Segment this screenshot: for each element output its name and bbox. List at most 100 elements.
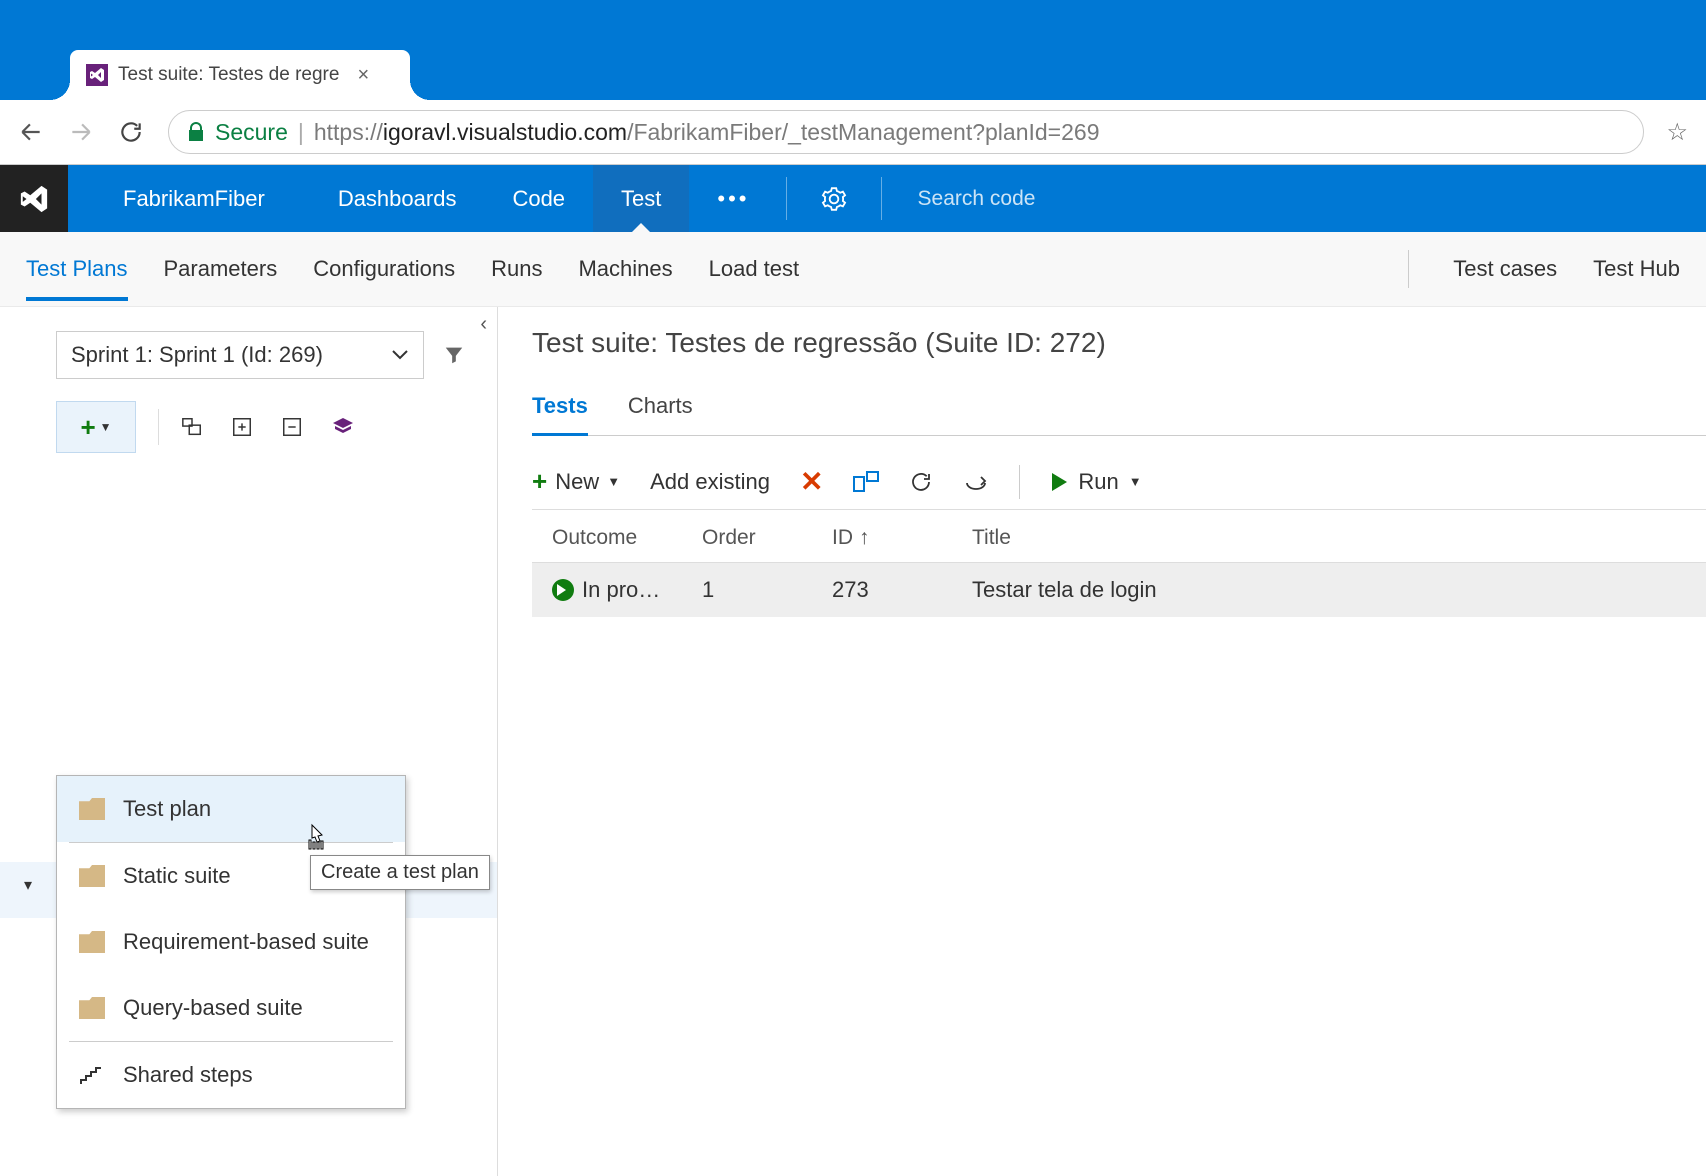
project-selector[interactable]: FabrikamFiber bbox=[68, 165, 310, 232]
dropdown-test-plan[interactable]: Test plan bbox=[57, 776, 405, 842]
tests-grid-header: Outcome Order ID ↑ Title bbox=[532, 510, 1706, 563]
plan-selector-text: Sprint 1: Sprint 1 (Id: 269) bbox=[71, 342, 323, 368]
tab-tests[interactable]: Tests bbox=[532, 393, 588, 436]
tab-close-icon[interactable]: × bbox=[357, 64, 369, 87]
bookmark-star-icon[interactable]: ☆ bbox=[1666, 118, 1688, 147]
col-outcome[interactable]: Outcome bbox=[552, 526, 702, 550]
run-label: Run bbox=[1078, 469, 1118, 495]
cell-id: 273 bbox=[832, 577, 972, 603]
dropdown-label: Shared steps bbox=[123, 1062, 253, 1088]
subnav-test-hub[interactable]: Test Hub bbox=[1593, 256, 1680, 282]
collapse-pane-icon[interactable]: ‹ bbox=[480, 313, 487, 336]
browser-tab[interactable]: Test suite: Testes de regre × bbox=[70, 50, 410, 100]
dropdown-shared-steps[interactable]: Shared steps bbox=[57, 1042, 405, 1108]
subnav-test-cases[interactable]: Test cases bbox=[1453, 256, 1557, 282]
vs-favicon bbox=[86, 64, 108, 86]
add-dropdown: Test plan Static suite Requirement-based… bbox=[56, 775, 406, 1109]
hub-code[interactable]: Code bbox=[484, 165, 593, 232]
caret-down-icon: ▼ bbox=[607, 474, 620, 489]
cell-order: 1 bbox=[702, 577, 832, 603]
cell-outcome: In pro… bbox=[552, 577, 702, 603]
search-placeholder: Search code bbox=[918, 187, 1036, 211]
subnav-runs[interactable]: Runs bbox=[491, 256, 542, 282]
dropdown-label: Test plan bbox=[123, 796, 211, 822]
cell-title: Testar tela de login bbox=[972, 577, 1706, 603]
test-suite-detail-pane: Test suite: Testes de regressão (Suite I… bbox=[498, 307, 1706, 1176]
search-code[interactable]: Search code bbox=[890, 165, 1706, 232]
url-separator: | bbox=[298, 119, 304, 146]
remove-suite-icon[interactable] bbox=[281, 416, 311, 438]
add-existing-button[interactable]: Add existing bbox=[650, 469, 770, 495]
tab-title: Test suite: Testes de regre bbox=[118, 64, 339, 86]
browser-chrome: Test suite: Testes de regre × bbox=[0, 0, 1706, 100]
suite-inner-tabs: Tests Charts bbox=[532, 393, 1706, 436]
new-test-button[interactable]: + New ▼ bbox=[532, 466, 620, 497]
filter-button[interactable] bbox=[434, 331, 474, 379]
test-sub-nav: Test Plans Parameters Configurations Run… bbox=[0, 232, 1706, 307]
tab-charts[interactable]: Charts bbox=[628, 393, 693, 435]
test-plan-selector[interactable]: Sprint 1: Sprint 1 (Id: 269) bbox=[56, 331, 424, 379]
dropdown-requirement-suite[interactable]: Requirement-based suite bbox=[57, 909, 405, 975]
folder-icon bbox=[79, 798, 105, 820]
sort-asc-icon: ↑ bbox=[859, 526, 870, 550]
back-button[interactable] bbox=[18, 119, 46, 145]
vsts-header: FabrikamFiber Dashboards Code Test ••• S… bbox=[0, 165, 1706, 232]
open-icon[interactable] bbox=[963, 471, 989, 493]
subnav-parameters[interactable]: Parameters bbox=[164, 256, 278, 282]
lock-icon bbox=[187, 122, 205, 142]
hub-separator bbox=[786, 177, 787, 220]
add-suite-icon[interactable] bbox=[231, 416, 261, 438]
tree-toolbar: + ▼ bbox=[56, 397, 497, 457]
url-field[interactable]: Secure | https://igoravl.visualstudio.co… bbox=[168, 110, 1644, 154]
main-content: ‹ Sprint 1: Sprint 1 (Id: 269) + ▼ bbox=[0, 307, 1706, 1176]
subnav-machines[interactable]: Machines bbox=[578, 256, 672, 282]
tests-toolbar: + New ▼ Add existing ✕ Run ▼ bbox=[532, 454, 1706, 510]
plus-icon: + bbox=[80, 412, 95, 443]
add-menu-button[interactable]: + ▼ bbox=[56, 401, 136, 453]
remove-test-icon[interactable]: ✕ bbox=[800, 465, 823, 498]
suite-title: Test suite: Testes de regressão (Suite I… bbox=[532, 327, 1706, 359]
toolbar-separator bbox=[1019, 465, 1020, 499]
folder-icon bbox=[79, 931, 105, 953]
forward-button[interactable] bbox=[68, 119, 96, 145]
reload-button[interactable] bbox=[118, 119, 146, 145]
toolbar-separator bbox=[158, 409, 159, 445]
col-title[interactable]: Title bbox=[972, 526, 1706, 550]
test-suite-tree-pane: ‹ Sprint 1: Sprint 1 (Id: 269) + ▼ bbox=[0, 307, 498, 1176]
in-progress-icon bbox=[552, 579, 574, 601]
shared-steps-icon bbox=[79, 1064, 105, 1086]
dropdown-query-suite[interactable]: Query-based suite bbox=[57, 975, 405, 1041]
folder-icon bbox=[79, 997, 105, 1019]
new-label: New bbox=[555, 469, 599, 495]
folder-icon bbox=[79, 865, 105, 887]
expand-all-icon[interactable] bbox=[181, 416, 211, 438]
plus-icon: + bbox=[532, 466, 547, 497]
grid-view-icon[interactable] bbox=[853, 471, 879, 493]
tab-strip: Test suite: Testes de regre × bbox=[70, 50, 410, 100]
subnav-configurations[interactable]: Configurations bbox=[313, 256, 455, 282]
dropdown-label: Requirement-based suite bbox=[123, 929, 369, 955]
subnav-load-test[interactable]: Load test bbox=[709, 256, 800, 282]
export-icon[interactable] bbox=[331, 416, 361, 438]
address-bar: Secure | https://igoravl.visualstudio.co… bbox=[0, 100, 1706, 165]
play-icon bbox=[1050, 472, 1068, 492]
subnav-separator bbox=[1408, 250, 1409, 288]
col-id[interactable]: ID ↑ bbox=[832, 526, 972, 550]
settings-button[interactable] bbox=[795, 165, 873, 232]
hub-dashboards[interactable]: Dashboards bbox=[310, 165, 485, 232]
vs-logo[interactable] bbox=[0, 165, 68, 232]
refresh-icon[interactable] bbox=[909, 470, 933, 494]
col-order[interactable]: Order bbox=[702, 526, 832, 550]
tree-collapse-caret-icon[interactable]: ▾ bbox=[24, 875, 32, 895]
tooltip: Create a test plan bbox=[310, 855, 490, 890]
subnav-test-plans[interactable]: Test Plans bbox=[26, 256, 128, 282]
secure-label: Secure bbox=[215, 119, 288, 146]
chevron-down-icon bbox=[391, 349, 409, 361]
dropdown-label: Static suite bbox=[123, 863, 231, 889]
hub-test[interactable]: Test bbox=[593, 165, 689, 232]
dropdown-label: Query-based suite bbox=[123, 995, 303, 1021]
run-button[interactable]: Run ▼ bbox=[1050, 469, 1141, 495]
test-row[interactable]: In pro… 1 273 Testar tela de login bbox=[532, 563, 1706, 617]
hub-more[interactable]: ••• bbox=[689, 165, 777, 232]
url-text: https://igoravl.visualstudio.com/Fabrika… bbox=[314, 119, 1100, 146]
